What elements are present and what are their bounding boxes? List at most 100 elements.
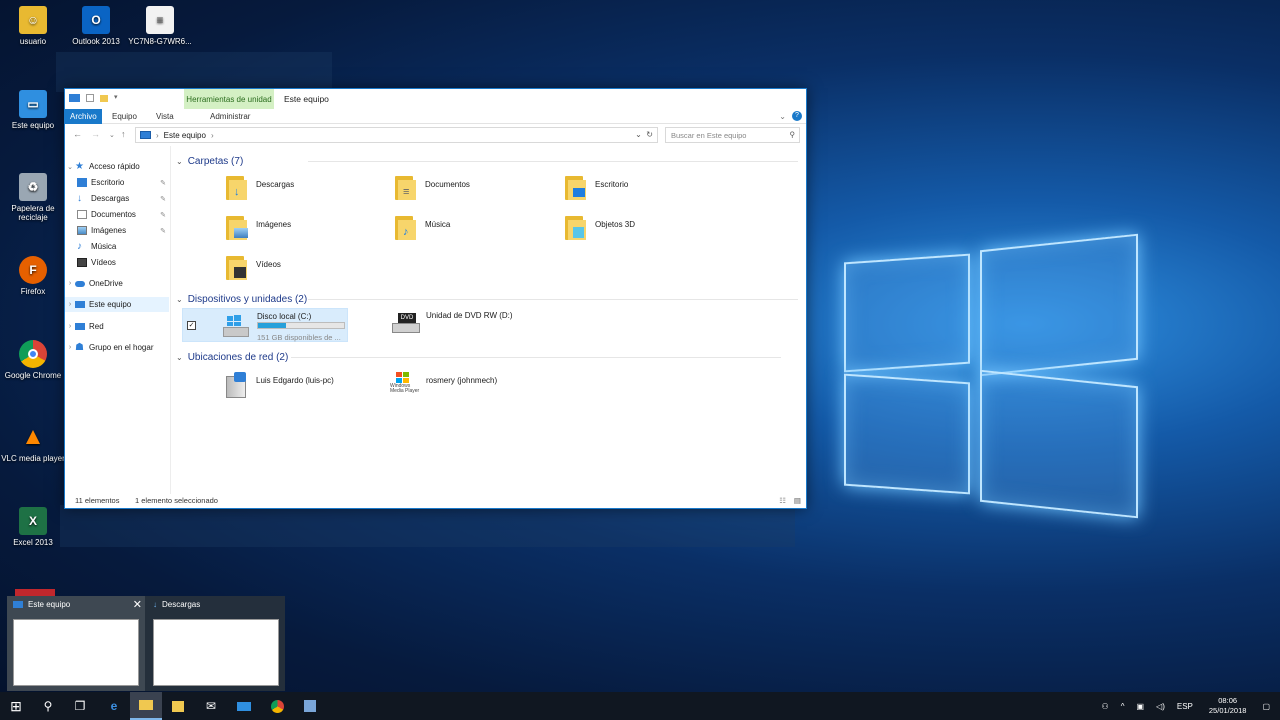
selection-checkbox[interactable]: ✓ (187, 321, 196, 330)
back-icon[interactable]: ← (73, 129, 82, 139)
address-bar[interactable]: › Este equipo › ⌄ ↻ (135, 127, 658, 143)
cloud-icon (75, 280, 85, 287)
desktop-icon-recycle-bin[interactable]: ♻ Papelera de reciclaje (0, 173, 66, 222)
star-icon: ★ (75, 161, 84, 172)
nav-item-musica[interactable]: ♪ Música (65, 239, 169, 254)
collapse-icon[interactable]: ⌄ (176, 157, 183, 166)
folder-imagenes[interactable]: Imágenes (224, 216, 291, 242)
folder-escritorio[interactable]: Escritorio (563, 176, 628, 202)
search-button[interactable]: ⚲ (32, 692, 64, 720)
taskbar-chrome[interactable] (261, 692, 293, 720)
network-icon[interactable]: ▣ (1136, 702, 1144, 711)
folder-objetos-3d[interactable]: Objetos 3D (563, 216, 635, 242)
tab-vista[interactable]: Vista (151, 109, 179, 124)
refresh-icon[interactable]: ↻ (646, 130, 653, 139)
divider (291, 357, 781, 358)
explorer-window[interactable]: ▾ Herramientas de unidad Este equipo Arc… (64, 88, 807, 509)
nav-item-descargas[interactable]: ↓ Descargas ✎ (65, 191, 169, 206)
ghost-window (56, 52, 332, 92)
expand-icon[interactable]: › (65, 301, 75, 308)
group-header-ubicaciones-red[interactable]: ⌄ Ubicaciones de red (2) (176, 350, 781, 364)
folder-musica[interactable]: ♪ Música (393, 216, 450, 242)
thumbnail-descargas[interactable]: ↓ Descargas (147, 596, 285, 691)
windows-media-player-icon: Windows Media Player (390, 372, 422, 398)
breadcrumb-chevron-icon[interactable]: › (211, 131, 214, 140)
close-icon[interactable]: ✕ (133, 598, 142, 611)
new-folder-icon[interactable] (100, 94, 108, 102)
tab-administrar[interactable]: Administrar (205, 109, 255, 124)
computer-icon (140, 131, 151, 139)
desktop-icon-firefox[interactable]: F Firefox (0, 256, 66, 296)
tiles-view-icon[interactable]: ▤ (794, 496, 801, 505)
details-view-icon[interactable]: ☷ (779, 496, 786, 505)
group-header-dispositivos[interactable]: ⌄ Dispositivos y unidades (2) (176, 292, 798, 306)
desktop-icon-este-equipo[interactable]: ▭ Este equipo (0, 90, 66, 130)
nav-item-videos[interactable]: Vídeos (65, 255, 169, 270)
nav-grupo-hogar[interactable]: › ☗ Grupo en el hogar (65, 340, 169, 355)
folder-descargas[interactable]: ↓ Descargas (224, 176, 294, 202)
nav-onedrive[interactable]: › OneDrive (65, 276, 169, 291)
desktop-icon-textfile[interactable]: ≡ YC7N8-G7WR6... (127, 6, 193, 46)
network-icon (75, 323, 85, 330)
desktop-icon-vlc[interactable]: ▲ VLC media player (0, 423, 66, 463)
address-dropdown-icon[interactable]: ⌄ (635, 130, 642, 139)
nav-quick-access[interactable]: ⌄ ★ Acceso rápido (65, 159, 169, 174)
taskbar-store[interactable] (162, 692, 194, 720)
task-view-button[interactable]: ❐ (64, 692, 96, 720)
network-location-luis[interactable]: Luis Edgardo (luis-pc) (224, 372, 334, 398)
properties-icon[interactable] (86, 94, 94, 102)
drive-c[interactable]: ✓ Disco local (C:) 151 GB disponibles de… (182, 308, 348, 342)
search-input[interactable]: Buscar en Este equipo ⚲ (665, 127, 800, 143)
folder-videos[interactable]: Vídeos (224, 256, 281, 282)
up-icon[interactable]: ↑ (121, 129, 126, 139)
desktop-icon-chrome[interactable]: Google Chrome (0, 340, 66, 380)
network-location-rosmery[interactable]: Windows Media Player rosmery (johnmech) (390, 372, 497, 398)
expand-icon[interactable]: › (65, 344, 75, 351)
taskbar-app[interactable] (294, 692, 326, 720)
nav-red[interactable]: › Red (65, 319, 169, 334)
tab-archivo[interactable]: Archivo (65, 109, 102, 124)
start-button[interactable]: ⊞ (0, 692, 32, 720)
collapse-icon[interactable]: ⌄ (176, 353, 183, 362)
language-indicator[interactable]: ESP (1177, 702, 1193, 711)
show-hidden-icons[interactable]: ^ (1121, 702, 1125, 711)
recent-locations-icon[interactable]: ⌄ (109, 131, 115, 139)
group-header-carpetas[interactable]: ⌄ Carpetas (7) (176, 154, 798, 168)
volume-icon[interactable]: ◁) (1156, 702, 1165, 711)
people-icon[interactable]: ⚇ (1102, 702, 1109, 711)
expand-icon[interactable]: › (65, 323, 75, 330)
help-icon[interactable]: ? (792, 111, 802, 121)
computer-icon (69, 94, 80, 102)
expand-icon[interactable]: › (65, 280, 75, 287)
nav-este-equipo[interactable]: › Este equipo (65, 297, 169, 312)
notifications-icon[interactable]: ▢ (1262, 702, 1270, 711)
computer-icon (237, 701, 251, 711)
collapse-icon[interactable]: ⌄ (176, 295, 183, 304)
chevron-down-icon[interactable]: ▾ (114, 93, 120, 103)
taskbar-mail[interactable]: ✉ (195, 692, 227, 720)
forward-icon[interactable]: → (91, 129, 100, 139)
nav-item-escritorio[interactable]: Escritorio ✎ (65, 175, 169, 190)
nav-item-documentos[interactable]: Documentos ✎ (65, 207, 169, 222)
collapse-icon[interactable]: ⌄ (65, 163, 75, 171)
thumbnail-title: Este equipo (28, 600, 71, 609)
desktop-icon-excel[interactable]: X Excel 2013 (0, 507, 66, 547)
taskbar-file-explorer[interactable] (130, 692, 162, 720)
folder-documentos[interactable]: ≡ Documentos (393, 176, 470, 202)
desktop-icon-usuario[interactable]: ☺ usuario (0, 6, 66, 46)
thumbnail-este-equipo[interactable]: Este equipo ✕ (7, 596, 145, 691)
clock[interactable]: 08:06 25/01/2018 (1209, 696, 1247, 716)
pictures-folder-icon (224, 216, 252, 242)
search-icon[interactable]: ⚲ (790, 130, 796, 139)
drive-dvd[interactable]: DVD Unidad de DVD RW (D:) (390, 309, 513, 335)
title-bar[interactable]: ▾ Herramientas de unidad Este equipo (65, 89, 806, 109)
nav-item-imagenes[interactable]: Imágenes ✎ (65, 223, 169, 238)
expand-ribbon-icon[interactable]: ⌄ (779, 112, 786, 121)
window-title: Este equipo (284, 94, 329, 104)
desktop-icon-outlook[interactable]: O Outlook 2013 (63, 6, 129, 46)
tab-equipo[interactable]: Equipo (107, 109, 142, 124)
breadcrumb[interactable]: Este equipo (164, 131, 206, 140)
taskbar-this-pc[interactable] (228, 692, 260, 720)
taskbar-edge[interactable]: e (98, 692, 130, 720)
desktop-icon (77, 178, 87, 187)
